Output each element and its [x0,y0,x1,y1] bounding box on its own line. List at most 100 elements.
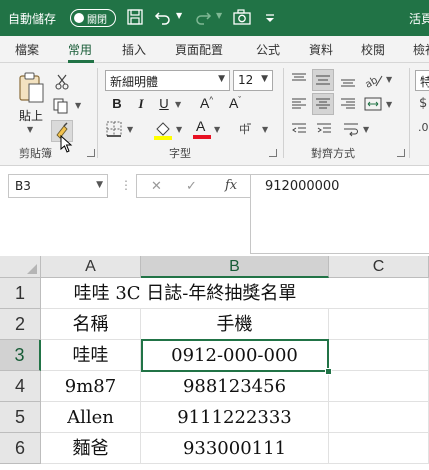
underline-button[interactable]: U [156,96,172,111]
font-group-label: 字型 [169,147,191,160]
select-all-button[interactable] [0,256,41,278]
merge-center-icon[interactable] [364,96,382,112]
tab-page-layout[interactable]: 頁面配置 [175,41,223,58]
toggle-knob [74,13,84,23]
clipboard-launcher-icon[interactable] [87,149,95,157]
decrease-indent-icon[interactable] [291,121,307,137]
formula-input[interactable]: 912000000 [250,174,429,254]
font-launcher-icon[interactable] [269,149,277,157]
number-format-select[interactable]: 特 [415,70,429,91]
align-center-button[interactable] [312,93,334,115]
spreadsheet-grid: A B C 1 哇哇 3C 日誌-年終抽獎名單 2 名稱 手機 3 哇哇 091… [0,256,429,470]
borders-dropdown-icon[interactable]: ▼ [127,125,133,134]
cell-a2[interactable]: 名稱 [41,309,141,340]
undo-dropdown-icon[interactable]: ▼ [176,11,182,20]
save-icon[interactable] [125,7,145,27]
borders-icon[interactable] [106,121,122,137]
align-center-icon [316,98,330,109]
row-header[interactable]: 2 [0,309,41,340]
number-format-value: 特 [420,75,429,89]
font-size-value: 12 [238,73,254,87]
fill-color-icon[interactable] [153,119,173,141]
font-color-button[interactable]: A [193,118,211,140]
sheet-title-cell[interactable]: 哇哇 3C 日誌-年終抽獎名單 [41,278,329,309]
increase-font-size-button[interactable]: A^ [200,95,213,111]
row-header[interactable]: 4 [0,371,41,402]
cell-c3[interactable] [329,340,429,371]
column-header-c[interactable]: C [329,256,429,278]
merge-dropdown-icon[interactable]: ▼ [386,100,392,109]
align-middle-button[interactable] [312,69,334,91]
cell-a5[interactable]: Allen [41,402,141,433]
fill-handle[interactable] [325,368,332,375]
tab-review[interactable]: 校閱 [361,41,385,58]
name-box[interactable]: B3 ▼ [8,174,108,198]
cell-b6[interactable]: 933000111 [141,433,329,464]
cell-a6[interactable]: 麵爸 [41,433,141,464]
align-top-icon[interactable] [291,72,307,88]
row-header[interactable]: 1 [0,278,41,309]
cell-b5[interactable]: 9111222333 [141,402,329,433]
font-color-dropdown-icon[interactable]: ▼ [214,125,220,134]
undo-icon[interactable] [153,7,173,27]
align-left-icon[interactable] [291,96,307,112]
wrap-text-icon[interactable] [343,121,359,137]
copy-icon[interactable] [53,98,71,114]
decrease-font-size-button[interactable]: Aˇ [229,95,241,111]
cell-b2[interactable]: 手機 [141,309,329,340]
enter-icon[interactable]: ✓ [186,179,197,194]
italic-button[interactable]: I [133,96,149,112]
align-bottom-icon[interactable] [340,72,356,88]
underline-dropdown-icon[interactable]: ▼ [175,100,181,109]
cell-c6[interactable] [329,433,429,464]
row-header[interactable]: 6 [0,433,41,464]
cell-a3[interactable]: 哇哇 [41,340,141,371]
cut-icon[interactable] [55,74,69,90]
bold-button[interactable]: B [109,96,125,111]
autosave-state: 關閉 [87,15,107,26]
customize-quick-access-icon[interactable] [260,7,280,27]
tab-view[interactable]: 檢視 [413,41,429,58]
row-header[interactable]: 5 [0,402,41,433]
increase-decimal-icon[interactable]: .0 [418,121,429,134]
cell-c2[interactable] [329,309,429,340]
redo-icon[interactable] [193,7,213,27]
phonetic-icon[interactable]: 中 [237,121,253,137]
column-header-a[interactable]: A [41,256,141,278]
font-name-select[interactable]: 新細明體 ▼ [105,70,230,91]
currency-icon[interactable]: $ [419,96,427,111]
tab-file[interactable]: 檔案 [15,41,39,58]
cell-c5[interactable] [329,402,429,433]
paste-button[interactable]: 貼上 ▼ [14,71,48,134]
font-color-swatch [193,135,211,139]
tab-formulas[interactable]: 公式 [256,41,280,58]
app-title: 活頁 [409,12,429,26]
name-box-value: B3 [15,179,31,193]
align-right-icon[interactable] [340,96,356,112]
fill-color-dropdown-icon[interactable]: ▼ [176,125,182,134]
tab-home[interactable]: 常用 [68,41,92,58]
increase-indent-icon[interactable] [316,121,332,137]
cell-c1[interactable] [329,278,429,309]
column-header-b[interactable]: B [141,256,329,278]
paste-dropdown-icon[interactable]: ▼ [27,125,33,134]
row-header[interactable]: 3 [0,340,41,371]
cell-b4[interactable]: 988123456 [141,371,329,402]
copy-dropdown-icon[interactable]: ▼ [75,101,81,110]
phonetic-dropdown-icon[interactable]: ▼ [262,125,268,134]
orientation-dropdown-icon[interactable]: ▼ [386,75,392,84]
autosave-toggle[interactable]: 關閉 [70,9,116,27]
chevron-down-icon: ▼ [261,74,268,84]
cancel-icon[interactable]: ✕ [151,179,162,194]
tab-insert[interactable]: 插入 [122,41,146,58]
alignment-launcher-icon[interactable] [397,149,405,157]
cell-c4[interactable] [329,371,429,402]
font-size-select[interactable]: 12 ▼ [233,70,273,91]
cell-a4[interactable]: 9m87 [41,371,141,402]
formula-bar-grip-icon[interactable]: ⋮ [120,178,132,192]
tab-data[interactable]: 資料 [309,41,333,58]
orientation-icon[interactable]: ab [364,72,384,88]
wrap-dropdown-icon[interactable]: ▼ [363,125,369,134]
camera-icon[interactable] [232,7,252,27]
insert-function-icon[interactable]: fx [225,178,237,193]
